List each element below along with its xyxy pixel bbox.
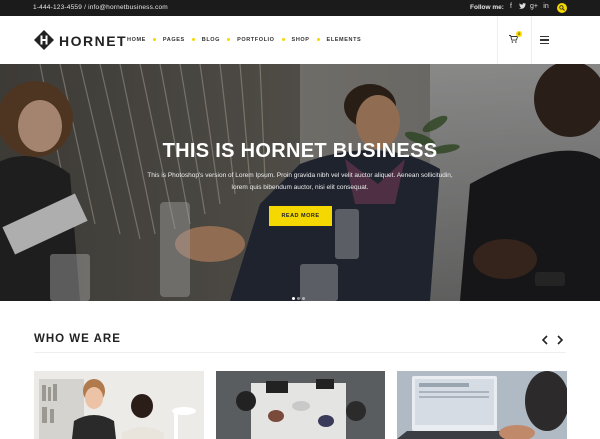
linkedin-icon[interactable]: in — [541, 3, 551, 10]
team-thumbnail-2[interactable] — [216, 371, 385, 439]
contact-info: 1-444-123-4559 / info@hornetbusiness.com — [33, 4, 168, 11]
logo-text[interactable]: HORNET — [59, 33, 127, 49]
slider-dot-3[interactable] — [302, 297, 305, 300]
hamburger-icon-bar — [540, 39, 549, 41]
nav-separator — [191, 38, 195, 42]
nav-separator — [316, 38, 320, 42]
nav-item-shop[interactable]: SHOP — [292, 37, 310, 43]
chevron-left-icon[interactable] — [540, 334, 550, 346]
nav-separator — [152, 38, 156, 42]
team-thumbnail-1[interactable] — [34, 371, 204, 439]
hamburger-icon-bar — [540, 42, 549, 44]
read-more-button[interactable]: READ MORE — [269, 206, 332, 226]
nav-item-elements[interactable]: ELEMENTS — [327, 37, 362, 43]
hero-title: THIS IS HORNET BUSINESS — [162, 140, 438, 162]
facebook-icon[interactable]: f — [506, 3, 516, 10]
slider-dot-2[interactable] — [297, 297, 300, 300]
search-button[interactable] — [557, 3, 567, 13]
twitter-icon[interactable] — [517, 3, 527, 11]
nav-item-pages[interactable]: PAGES — [163, 37, 185, 43]
team-thumbnail-3[interactable] — [397, 371, 567, 439]
hero-description: This is Photoshop's version of Lorem Ips… — [147, 172, 453, 191]
nav-item-portfolio[interactable]: PORTFOLIO — [237, 37, 274, 43]
nav-separator — [227, 38, 231, 42]
nav-item-blog[interactable]: BLOG — [202, 37, 220, 43]
hamburger-icon — [540, 36, 549, 38]
slider-pagination — [292, 287, 307, 301]
cart-count-badge: 0 — [516, 31, 522, 37]
main-header: HORNET HOME PAGES BLOG PORTFOLIO SHOP ELEMENT… — [0, 16, 600, 64]
top-bar: 1-444-123-4559 / info@hornetbusiness.com… — [0, 0, 600, 16]
nav-separator — [281, 38, 285, 42]
slider-dot-1[interactable] — [292, 297, 295, 300]
follow-label: Follow me: — [470, 4, 504, 11]
hamburger-menu-button[interactable] — [540, 36, 549, 44]
google-plus-icon[interactable]: g+ — [529, 3, 539, 10]
logo-icon[interactable] — [34, 30, 54, 50]
chevron-right-icon[interactable] — [555, 334, 565, 346]
cart-button[interactable]: 0 — [497, 16, 532, 64]
search-icon — [559, 5, 565, 11]
hero-slider: THIS IS HORNET BUSINESS This is Photosho… — [0, 64, 600, 301]
section-divider — [34, 352, 566, 353]
main-nav: HOME PAGES BLOG PORTFOLIO SHOP ELEMENTS — [127, 37, 361, 43]
section-title: WHO WE ARE — [34, 333, 121, 345]
nav-item-home[interactable]: HOME — [127, 37, 146, 43]
